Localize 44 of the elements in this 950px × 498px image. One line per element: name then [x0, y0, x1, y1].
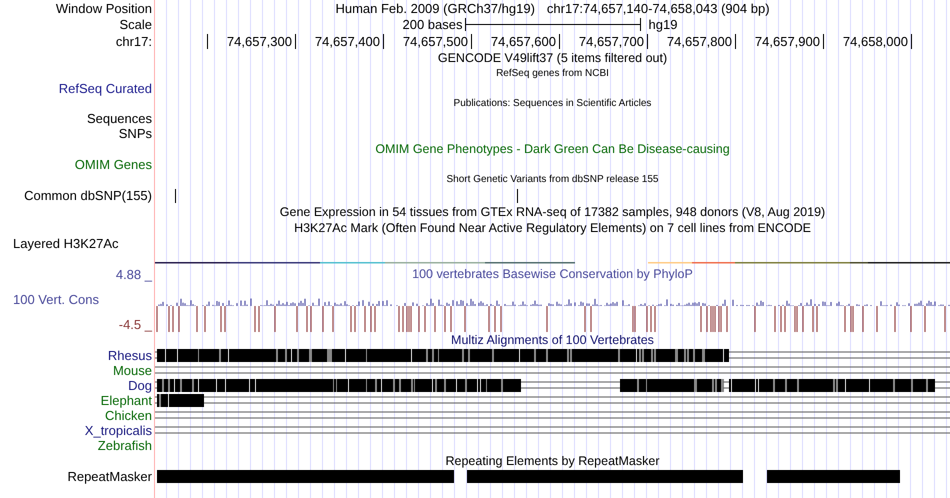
assembly-title: Human Feb. 2009 (GRCh37/hg19) — [335, 0, 535, 16]
species-label[interactable]: X_tropicalis — [84, 423, 152, 438]
track-label[interactable]: Layered H3K27Ac — [13, 236, 119, 251]
track-title: GENCODE V49lift37 (5 items filtered out) — [438, 51, 668, 65]
ruler-tick: 74,657,400 — [296, 34, 384, 49]
track-title: Repeating Elements by RepeatMasker — [445, 454, 660, 468]
track-title: 100 vertebrates Basewise Conservation by PhyloP — [412, 266, 693, 282]
track-label[interactable]: RepeatMasker — [67, 469, 152, 484]
species-label[interactable]: Rhesus — [108, 348, 152, 363]
ruler-tick: 74,657,800 — [648, 34, 736, 49]
ruler-tick: 74,658,000 — [824, 34, 912, 49]
species-label[interactable]: Mouse — [112, 363, 152, 378]
track-description: Publications: Sequences in Scientific Articles — [454, 98, 652, 109]
track-label[interactable]: Sequences — [86, 111, 152, 126]
track-label[interactable]: 100 Vert. Cons — [13, 292, 99, 306]
ruler-tick: 74,657,900 — [736, 34, 824, 49]
ruler-tick: 74,657,300 — [208, 34, 296, 49]
track-title: OMIM Gene Phenotypes - Dark Green Can Be Disease-causing — [375, 142, 730, 156]
species-label[interactable]: Dog — [128, 378, 152, 393]
track-description: Short Genetic Variants from dbSNP release 155 — [446, 174, 658, 185]
species-label[interactable]: Elephant — [100, 393, 152, 408]
ruler-tick: 74,657,700 — [560, 34, 648, 49]
ruler-tick: 74,657,600 — [472, 34, 560, 49]
row-label: Scale — [119, 17, 152, 32]
position-text: chr17:74,657,140-74,658,043 (904 bp) — [546, 0, 770, 16]
species-label[interactable]: Chicken — [105, 408, 152, 423]
track-label[interactable]: Common dbSNP(155) — [24, 188, 152, 203]
variant-tick — [517, 188, 518, 202]
row-label: Window Position — [56, 0, 152, 16]
track-label[interactable]: OMIM Genes — [74, 157, 152, 172]
row-label: chr17: — [116, 34, 152, 49]
axis-min-label: -4.5 _ — [118, 316, 152, 332]
assembly-name: hg19 — [648, 17, 678, 32]
track-title: Gene Expression in 54 tissues from GTEx RNA-seq of 17382 samples, 948 donors (V8, Aug 2019) — [280, 205, 826, 219]
track-title: Multiz Alignments of 100 Vertebrates — [451, 333, 654, 347]
track-label[interactable]: SNPs — [118, 126, 152, 141]
track-title: H3K27Ac Mark (Often Found Near Active Regulatory Elements) on 7 cell lines from ENCODE — [294, 221, 811, 235]
axis-max-label: 4.88 _ — [116, 266, 152, 282]
track-description: RefSeq genes from NCBI — [496, 68, 609, 79]
variant-tick — [175, 188, 176, 202]
ruler-tick: 74,657,500 — [384, 34, 472, 49]
scale-text: 200 bases — [402, 17, 464, 32]
track-label[interactable]: RefSeq Curated — [58, 81, 152, 96]
species-label[interactable]: Zebrafish — [98, 438, 152, 453]
